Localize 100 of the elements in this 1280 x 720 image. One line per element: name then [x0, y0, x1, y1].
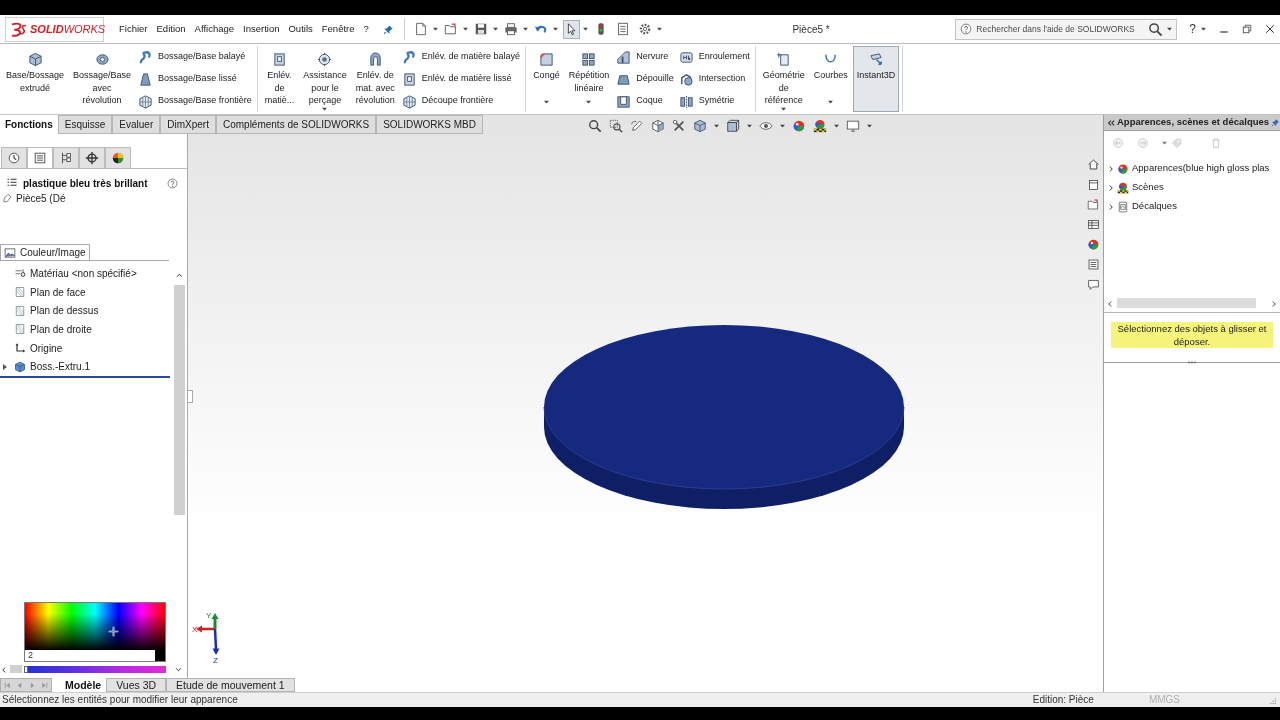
ribbon-button[interactable]: Bossage/Base avec révolution	[69, 46, 136, 112]
menu-item[interactable]: Outils	[288, 24, 313, 34]
tree-item[interactable]: Plan de face	[0, 282, 172, 302]
table-icon[interactable]	[1086, 218, 1100, 231]
caret-icon[interactable]	[522, 27, 528, 31]
ribbon-button[interactable]: Nervure	[616, 47, 674, 67]
ribbon-button[interactable]: Bossage/Base lissé	[138, 69, 252, 89]
panel-tab[interactable]	[105, 147, 131, 168]
caret-icon[interactable]	[834, 124, 839, 128]
panel-tab[interactable]	[53, 147, 79, 168]
ribbon-button[interactable]: Bossage/Base frontière	[138, 91, 252, 111]
double-chevron-icon[interactable]	[1107, 118, 1115, 127]
ribbon-button[interactable]: Intersection	[678, 69, 750, 89]
help-button[interactable]: ?	[1189, 23, 1196, 35]
tree-item[interactable]: Scènes	[1104, 178, 1280, 197]
color-ball-icon[interactable]	[792, 119, 806, 133]
tree-item[interactable]: Boss.-Extru.1	[0, 357, 172, 377]
speech-bubble-icon[interactable]	[1086, 278, 1100, 291]
ribbon-button[interactable]: Bossage/Base balayé	[138, 47, 252, 67]
home-icon[interactable]	[1086, 158, 1100, 171]
half-cube-icon[interactable]	[651, 119, 665, 133]
chevron-right-icon[interactable]	[1107, 184, 1114, 191]
menu-item[interactable]: Fichier	[119, 24, 148, 34]
caret-icon[interactable]	[492, 27, 498, 31]
box-icon[interactable]	[1086, 178, 1100, 191]
scrollbar-thumb[interactable]	[1117, 298, 1256, 308]
tree-item[interactable]: Décalques	[1104, 197, 1280, 216]
caret-icon[interactable]	[1162, 141, 1167, 145]
caret-icon[interactable]	[1201, 27, 1206, 31]
magnifier-icon[interactable]	[588, 119, 602, 133]
caret-icon[interactable]	[1167, 27, 1173, 31]
menu-item[interactable]: Affichage	[194, 24, 235, 34]
pin-icon[interactable]	[382, 23, 394, 35]
chevron-right-icon[interactable]	[1107, 203, 1114, 210]
caret-icon[interactable]	[780, 124, 785, 128]
caret-icon[interactable]	[462, 27, 468, 31]
caret-icon[interactable]	[582, 27, 588, 31]
tree-item[interactable]: Plan de droite	[0, 320, 172, 339]
pin-icon[interactable]	[1271, 118, 1280, 127]
command-tab[interactable]: Esquisse	[57, 115, 113, 134]
eye-icon[interactable]	[759, 119, 773, 133]
ribbon-button[interactable]: Instant3D	[852, 46, 900, 112]
chevron-left-icon[interactable]	[1107, 299, 1114, 307]
splitter-handle[interactable]	[188, 390, 193, 403]
ribbon-button[interactable]: Dépouille	[616, 69, 674, 89]
ribbon-button[interactable]: Enlév. de matière lissé	[401, 69, 521, 89]
list-icon[interactable]	[1086, 258, 1100, 271]
folder-icon[interactable]	[1086, 198, 1100, 211]
tree-item[interactable]: Plan de dessus	[0, 301, 172, 321]
rollback-bar[interactable]	[0, 376, 170, 379]
scrollbar-thumb[interactable]	[10, 665, 22, 673]
caret-icon[interactable]	[867, 124, 872, 128]
scrollbar-thumb[interactable]	[173, 285, 185, 515]
resize-grip-icon[interactable]	[1268, 695, 1277, 705]
command-tab[interactable]: DimXpert	[160, 115, 216, 134]
monitor-icon[interactable]	[846, 119, 860, 133]
menu-item[interactable]: Edition	[156, 24, 186, 34]
command-tab[interactable]: Compléments de SOLIDWORKS	[215, 115, 377, 134]
ribbon-button[interactable]: Enlév. de mat. avec révolution	[351, 46, 399, 112]
ribbon-button[interactable]: Symétrie	[678, 91, 750, 111]
hue-slider[interactable]	[24, 665, 166, 673]
color-ball-icon[interactable]	[1086, 238, 1100, 251]
ribbon-button[interactable]: Enlév. de matière balayé	[401, 47, 521, 67]
chevron-left-icon[interactable]	[1, 665, 8, 673]
ribbon-button[interactable]: Enroulement	[678, 47, 750, 67]
toolbar-button[interactable]	[562, 19, 580, 39]
command-tab[interactable]: SOLIDWORKS MBD	[376, 115, 483, 134]
tree-item[interactable]: Apparences(blue high gloss plas	[1104, 159, 1280, 178]
menu-item[interactable]: ?	[363, 24, 369, 34]
scissors-icon[interactable]	[672, 119, 686, 133]
menu-item[interactable]: Insertion	[243, 24, 280, 34]
restore-icon[interactable]	[1241, 23, 1253, 35]
search-field[interactable]: Rechercher dans l'aide de SOLIDWORKS	[976, 22, 1145, 36]
close-icon[interactable]	[1264, 23, 1276, 35]
command-tab[interactable]: Fonctions	[0, 115, 58, 134]
ribbon-button[interactable]: Répétition linéaire	[564, 46, 614, 112]
bottom-tab[interactable]: Vues 3D	[106, 678, 167, 692]
chevron-up-icon[interactable]	[175, 272, 183, 279]
menu-item[interactable]: Fenêtre	[321, 24, 355, 34]
ribbon-button[interactable]: Découpe frontière	[401, 91, 521, 111]
ribbon-button[interactable]: Géométrie de référence	[758, 46, 809, 112]
search-box[interactable]: Rechercher dans l'aide de SOLIDWORKS	[955, 18, 1178, 40]
tree-item[interactable]: Matériau <non spécifié>	[0, 264, 172, 283]
bottom-tab[interactable]: Etude de mouvement 1	[166, 678, 295, 692]
caret-icon[interactable]	[714, 124, 719, 128]
caret-right-icon[interactable]	[3, 363, 7, 370]
tree-root[interactable]: Pièce5 (Dé	[16, 191, 66, 206]
value-field[interactable]: 2	[25, 650, 155, 661]
cube-icon[interactable]	[693, 119, 707, 133]
chevron-right-icon[interactable]	[1107, 165, 1114, 172]
grip-icon[interactable]	[1187, 361, 1197, 364]
ribbon-button[interactable]: Courbes	[809, 46, 852, 112]
command-tab[interactable]: Evaluer	[112, 115, 161, 134]
ribbon-button[interactable]: Assistance pour le perçage	[299, 46, 351, 112]
panel-tab[interactable]	[79, 147, 105, 168]
zoom-area-icon[interactable]	[609, 119, 623, 133]
caret-icon[interactable]	[747, 124, 752, 128]
ribbon-button[interactable]: Coque	[616, 91, 674, 111]
color-spectrum[interactable]: 2	[24, 602, 166, 662]
scene-icon[interactable]	[813, 119, 827, 133]
